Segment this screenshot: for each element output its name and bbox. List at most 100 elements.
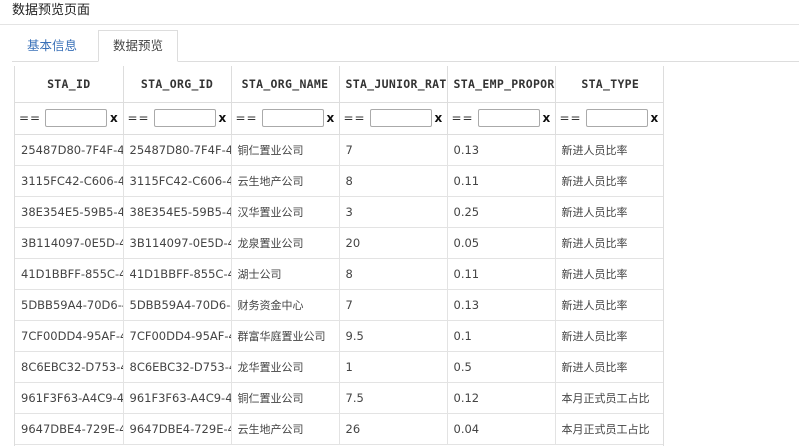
cell-sta-type: 本月正式员工占比 bbox=[555, 413, 663, 445]
filter-operator[interactable]: == bbox=[344, 111, 370, 125]
data-grid: STA_ID STA_ORG_ID STA_ORG_NAME STA_JUNIO… bbox=[14, 66, 664, 446]
tab-basic-info[interactable]: 基本信息 bbox=[12, 30, 92, 62]
table-row[interactable]: 41D1BBFF-855C-4 41D1BBFF-855C-4 湖士公司 8 0… bbox=[15, 258, 663, 290]
cell-sta-emp-proportion: 0.11 bbox=[447, 258, 556, 290]
cell-sta-id: 25487D80-7F4F-4 bbox=[15, 134, 124, 166]
cell-sta-id: 961F3F63-A4C9-4 bbox=[15, 382, 124, 414]
clear-filter-icon[interactable]: x bbox=[543, 111, 551, 125]
table-row[interactable]: 38E354E5-59B5-4 38E354E5-59B5-4 汉华置业公司 3… bbox=[15, 196, 663, 228]
header-row: STA_ID STA_ORG_ID STA_ORG_NAME STA_JUNIO… bbox=[15, 66, 663, 103]
table-row[interactable]: 961F3F63-A4C9-4 961F3F63-A4C9-4 铜仁置业公司 7… bbox=[15, 382, 663, 414]
cell-sta-junior-rate: 1 bbox=[339, 351, 448, 383]
cell-sta-org-name: 汉华置业公司 bbox=[231, 196, 340, 228]
cell-sta-junior-rate: 7 bbox=[339, 289, 448, 321]
table-row[interactable]: 3B114097-0E5D-4 3B114097-0E5D-4 龙泉置业公司 2… bbox=[15, 227, 663, 259]
cell-sta-id: 3B114097-0E5D-4 bbox=[15, 227, 124, 259]
title-divider bbox=[0, 24, 799, 25]
cell-sta-org-id: 5DBB59A4-70D6-4 bbox=[123, 289, 232, 321]
cell-sta-org-id: 3B114097-0E5D-4 bbox=[123, 227, 232, 259]
cell-sta-org-id: 961F3F63-A4C9-4 bbox=[123, 382, 232, 414]
column-header-sta-type[interactable]: STA_TYPE bbox=[555, 66, 663, 103]
filter-input-sta-org-id[interactable] bbox=[153, 109, 216, 127]
cell-sta-id: 8C6EBC32-D753-4 bbox=[15, 351, 124, 383]
filter-input-sta-emp-proportion[interactable] bbox=[477, 109, 540, 127]
filter-input-sta-id[interactable] bbox=[45, 109, 107, 127]
filter-operator[interactable]: == bbox=[19, 111, 45, 125]
cell-sta-junior-rate: 26 bbox=[339, 413, 448, 445]
cell-sta-type: 新进人员比率 bbox=[555, 351, 663, 383]
table-row[interactable]: 5DBB59A4-70D6-4 5DBB59A4-70D6-4 财务资金中心 7… bbox=[15, 289, 663, 321]
cell-sta-org-name: 铜仁置业公司 bbox=[231, 382, 340, 414]
cell-sta-junior-rate: 8 bbox=[339, 165, 448, 197]
cell-sta-id: 41D1BBFF-855C-4 bbox=[15, 258, 124, 290]
cell-sta-org-name: 群富华庭置业公司 bbox=[231, 320, 340, 352]
cell-sta-type: 新进人员比率 bbox=[555, 227, 663, 259]
cell-sta-junior-rate: 9.5 bbox=[339, 320, 448, 352]
data-table: STA_ID STA_ORG_ID STA_ORG_NAME STA_JUNIO… bbox=[15, 66, 663, 445]
tab-data-preview[interactable]: 数据预览 bbox=[98, 30, 179, 62]
table-body: 25487D80-7F4F-4 25487D80-7F4F-4 铜仁置业公司 7… bbox=[15, 134, 663, 445]
cell-sta-id: 38E354E5-59B5-4 bbox=[15, 196, 124, 228]
cell-sta-emp-proportion: 0.12 bbox=[447, 382, 556, 414]
filter-operator[interactable]: == bbox=[236, 111, 262, 125]
column-header-sta-emp-proportion[interactable]: STA_EMP_PROPORTION bbox=[447, 66, 556, 103]
filter-operator[interactable]: == bbox=[452, 111, 478, 125]
cell-sta-type: 本月正式员工占比 bbox=[555, 382, 663, 414]
cell-sta-emp-proportion: 0.13 bbox=[447, 289, 556, 321]
clear-filter-icon[interactable]: x bbox=[435, 111, 443, 125]
cell-sta-junior-rate: 8 bbox=[339, 258, 448, 290]
cell-sta-org-id: 9647DBE4-729E-4 bbox=[123, 413, 232, 445]
cell-sta-type: 新进人员比率 bbox=[555, 165, 663, 197]
cell-sta-emp-proportion: 0.11 bbox=[447, 165, 556, 197]
table-row[interactable]: 25487D80-7F4F-4 25487D80-7F4F-4 铜仁置业公司 7… bbox=[15, 134, 663, 166]
clear-filter-icon[interactable]: x bbox=[651, 111, 659, 125]
filter-operator[interactable]: == bbox=[560, 111, 586, 125]
column-header-sta-org-name[interactable]: STA_ORG_NAME bbox=[231, 66, 340, 103]
clear-filter-icon[interactable]: x bbox=[327, 111, 335, 125]
cell-sta-type: 新进人员比率 bbox=[555, 258, 663, 290]
cell-sta-org-id: 7CF00DD4-95AF-4 bbox=[123, 320, 232, 352]
cell-sta-org-name: 龙华置业公司 bbox=[231, 351, 340, 383]
filter-input-sta-type[interactable] bbox=[585, 109, 648, 127]
column-header-sta-junior-rate[interactable]: STA_JUNIOR_RATE bbox=[339, 66, 448, 103]
cell-sta-org-id: 38E354E5-59B5-4 bbox=[123, 196, 232, 228]
cell-sta-type: 新进人员比率 bbox=[555, 289, 663, 321]
cell-sta-org-name: 云生地产公司 bbox=[231, 413, 340, 445]
cell-sta-junior-rate: 7 bbox=[339, 134, 448, 166]
cell-sta-org-id: 3115FC42-C606-4 bbox=[123, 165, 232, 197]
cell-sta-org-name: 云生地产公司 bbox=[231, 165, 340, 197]
table-row[interactable]: 3115FC42-C606-4 3115FC42-C606-4 云生地产公司 8… bbox=[15, 165, 663, 197]
data-preview-page: 数据预览页面 基本信息 数据预览 STA_ID STA_ORG_ID STA_O… bbox=[0, 0, 799, 446]
table-row[interactable]: 7CF00DD4-95AF-4 7CF00DD4-95AF-4 群富华庭置业公司… bbox=[15, 320, 663, 352]
filter-cell: == x bbox=[15, 102, 124, 135]
filter-input-sta-org-name[interactable] bbox=[261, 109, 324, 127]
cell-sta-org-id: 8C6EBC32-D753-4 bbox=[123, 351, 232, 383]
cell-sta-org-id: 25487D80-7F4F-4 bbox=[123, 134, 232, 166]
filter-cell: == x bbox=[339, 102, 448, 135]
filter-operator[interactable]: == bbox=[128, 111, 154, 125]
table-row[interactable]: 9647DBE4-729E-4 9647DBE4-729E-4 云生地产公司 2… bbox=[15, 413, 663, 445]
cell-sta-emp-proportion: 0.5 bbox=[447, 351, 556, 383]
clear-filter-icon[interactable]: x bbox=[219, 111, 227, 125]
cell-sta-id: 7CF00DD4-95AF-4 bbox=[15, 320, 124, 352]
cell-sta-type: 新进人员比率 bbox=[555, 134, 663, 166]
page-title: 数据预览页面 bbox=[12, 3, 91, 18]
filter-cell: == x bbox=[555, 102, 663, 135]
filter-input-sta-junior-rate[interactable] bbox=[369, 109, 432, 127]
cell-sta-emp-proportion: 0.25 bbox=[447, 196, 556, 228]
cell-sta-org-name: 财务资金中心 bbox=[231, 289, 340, 321]
cell-sta-emp-proportion: 0.1 bbox=[447, 320, 556, 352]
cell-sta-junior-rate: 3 bbox=[339, 196, 448, 228]
cell-sta-org-name: 龙泉置业公司 bbox=[231, 227, 340, 259]
cell-sta-org-id: 41D1BBFF-855C-4 bbox=[123, 258, 232, 290]
column-header-sta-org-id[interactable]: STA_ORG_ID bbox=[123, 66, 232, 103]
cell-sta-junior-rate: 7.5 bbox=[339, 382, 448, 414]
column-header-sta-id[interactable]: STA_ID bbox=[15, 66, 124, 103]
cell-sta-junior-rate: 20 bbox=[339, 227, 448, 259]
filter-cell: == x bbox=[231, 102, 340, 135]
cell-sta-emp-proportion: 0.13 bbox=[447, 134, 556, 166]
filter-cell: == x bbox=[447, 102, 556, 135]
table-row[interactable]: 8C6EBC32-D753-4 8C6EBC32-D753-4 龙华置业公司 1… bbox=[15, 351, 663, 383]
clear-filter-icon[interactable]: x bbox=[110, 111, 118, 125]
cell-sta-org-name: 湖士公司 bbox=[231, 258, 340, 290]
